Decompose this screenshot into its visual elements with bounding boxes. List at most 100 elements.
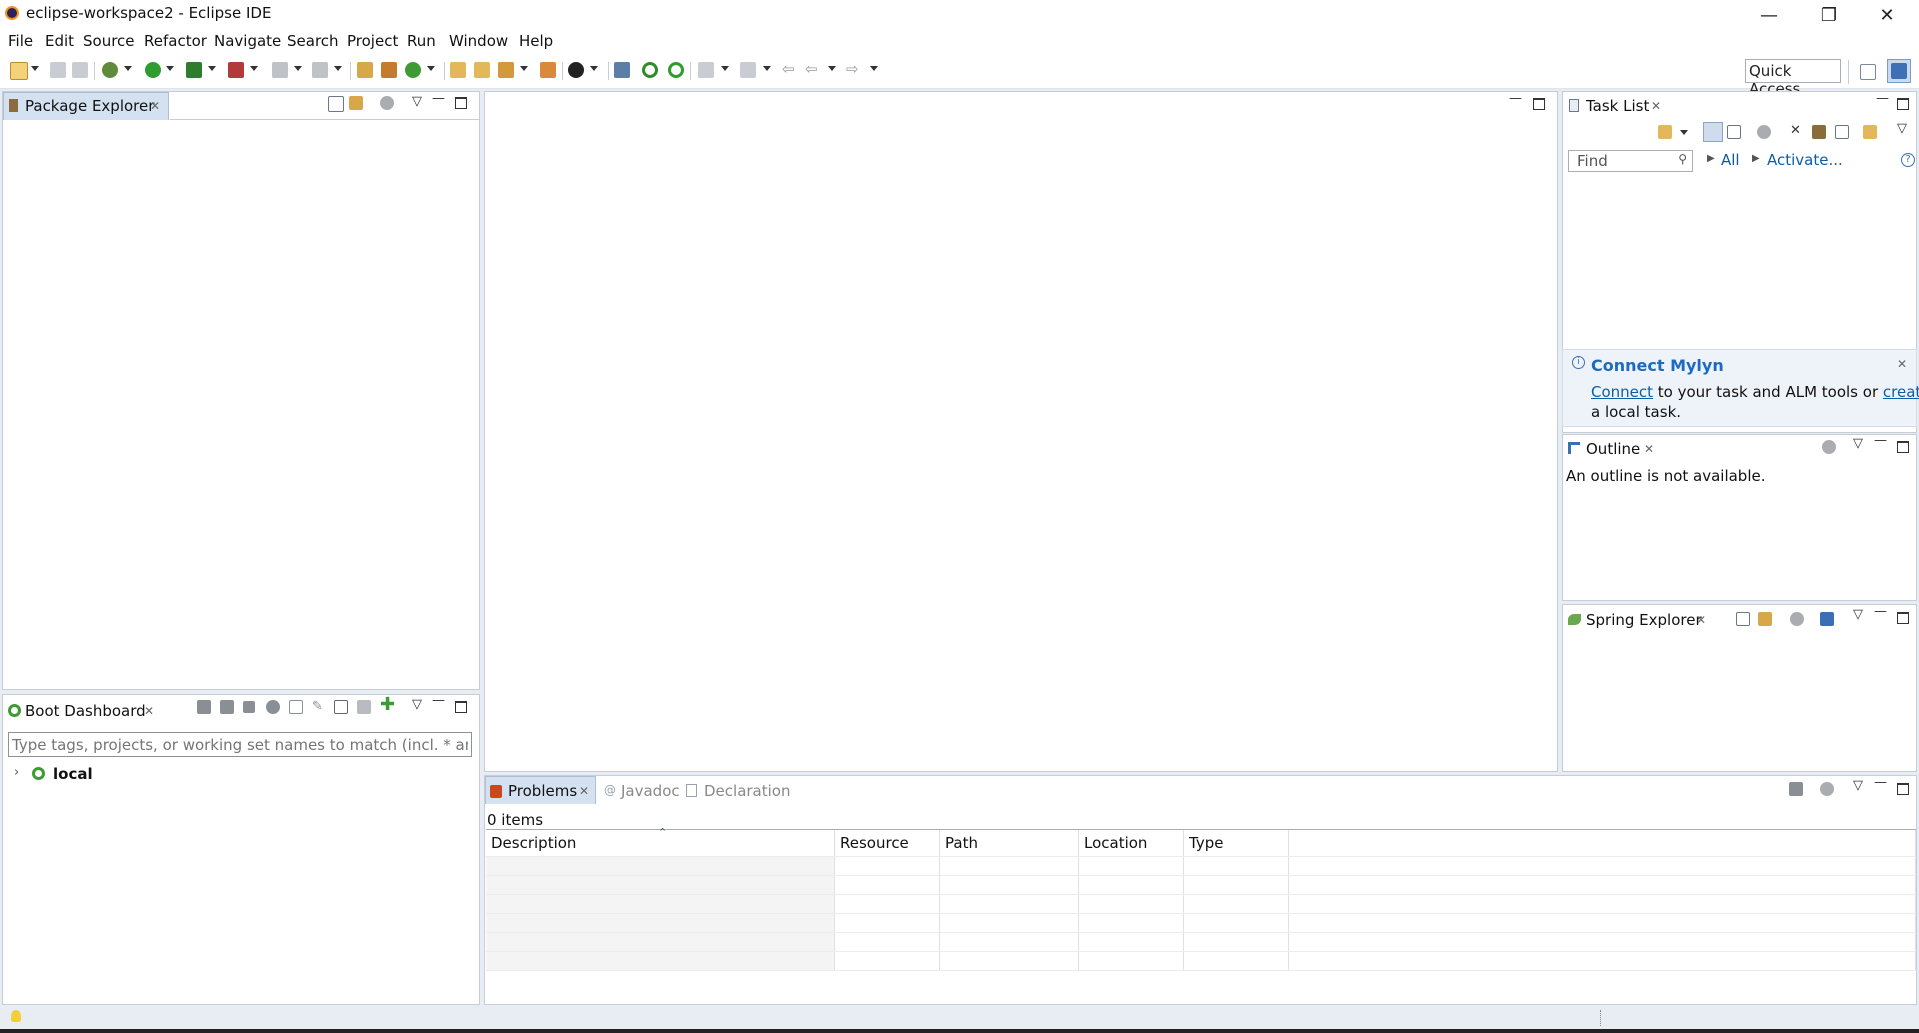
tab-javadoc[interactable]: Javadoc bbox=[621, 782, 680, 800]
outline-minimize-icon[interactable]: — bbox=[1874, 433, 1887, 448]
coverage-dropdown-icon[interactable] bbox=[208, 66, 216, 71]
restore-button[interactable]: ❐ bbox=[1800, 0, 1858, 30]
problems-minimize-icon[interactable]: — bbox=[1874, 775, 1887, 790]
view-menu-icon[interactable]: ▽ bbox=[412, 94, 422, 109]
spring-focus-icon[interactable] bbox=[1790, 612, 1804, 626]
menu-refactor[interactable]: Refactor bbox=[144, 32, 207, 50]
menu-search[interactable]: Search bbox=[287, 32, 339, 50]
activate-link[interactable]: Activate... bbox=[1767, 151, 1843, 169]
save-all-icon[interactable] bbox=[72, 62, 88, 78]
previous-annotation-dropdown-icon[interactable] bbox=[763, 66, 771, 71]
next-annotation-dropdown-icon[interactable] bbox=[721, 66, 729, 71]
new-task-icon[interactable] bbox=[1658, 125, 1672, 139]
column-type[interactable]: Type bbox=[1183, 830, 1289, 857]
stop-app-icon[interactable] bbox=[243, 701, 255, 713]
start-icon[interactable] bbox=[197, 700, 211, 714]
outline-maximize-icon[interactable] bbox=[1897, 441, 1909, 453]
create-link[interactable]: create bbox=[1883, 383, 1919, 401]
properties-icon[interactable] bbox=[334, 700, 348, 714]
tree-item-local[interactable]: local bbox=[53, 765, 93, 783]
back-icon[interactable]: ⇦ bbox=[805, 60, 818, 78]
problems-maximize-icon[interactable] bbox=[1897, 783, 1909, 795]
menu-file[interactable]: File bbox=[8, 32, 33, 50]
stop-icon[interactable] bbox=[272, 62, 288, 78]
close-button[interactable]: ✕ bbox=[1858, 0, 1916, 30]
column-location[interactable]: Location bbox=[1078, 830, 1184, 857]
find-task-field[interactable]: Find ⚲ bbox=[1568, 150, 1693, 172]
hide-completed-icon[interactable]: ✕ bbox=[1790, 123, 1801, 138]
debug-start-icon[interactable] bbox=[220, 700, 234, 714]
collapse-all-icon[interactable] bbox=[328, 96, 344, 112]
link-with-editor-icon[interactable] bbox=[349, 96, 363, 110]
spring-collapse-icon[interactable] bbox=[1736, 612, 1750, 626]
new-dropdown-icon[interactable] bbox=[31, 66, 39, 71]
spring-link-icon[interactable] bbox=[1758, 612, 1772, 626]
scheduled-icon[interactable] bbox=[1727, 125, 1741, 139]
save-icon[interactable] bbox=[50, 62, 66, 78]
debug-dropdown-icon[interactable] bbox=[124, 66, 132, 71]
boot-filter-input[interactable] bbox=[8, 732, 472, 757]
close-package-explorer-icon[interactable]: ✕ bbox=[150, 99, 160, 113]
close-boot-dashboard-icon[interactable]: ✕ bbox=[144, 704, 154, 718]
spring-sort-icon[interactable] bbox=[1820, 612, 1834, 626]
minimize-button[interactable]: — bbox=[1740, 0, 1798, 30]
menu-navigate[interactable]: Navigate bbox=[214, 32, 281, 50]
new-icon[interactable] bbox=[10, 62, 28, 80]
close-outline-icon[interactable]: ✕ bbox=[1644, 442, 1654, 456]
menu-run[interactable]: Run bbox=[407, 32, 436, 50]
search-dropdown-icon[interactable] bbox=[520, 66, 528, 71]
editor-minimize-icon[interactable]: — bbox=[1509, 91, 1522, 106]
close-spring-explorer-icon[interactable]: ✕ bbox=[1696, 613, 1706, 627]
relaunch-icon[interactable] bbox=[312, 62, 328, 78]
menu-edit[interactable]: Edit bbox=[45, 32, 74, 50]
focus-on-active-task-icon[interactable] bbox=[380, 96, 394, 110]
focus-on-workweek-icon[interactable] bbox=[1757, 125, 1771, 139]
spring-boot-icon[interactable] bbox=[642, 62, 658, 78]
spring-maximize-icon[interactable] bbox=[1897, 612, 1909, 624]
debug-icon[interactable] bbox=[102, 62, 118, 78]
boot-dashboard-toolbar-icon[interactable] bbox=[568, 62, 584, 78]
new-java-package-icon[interactable] bbox=[357, 62, 373, 78]
open-resource-icon[interactable] bbox=[474, 62, 490, 78]
help-icon[interactable]: ? bbox=[1901, 153, 1915, 167]
quick-access-field[interactable]: Quick Access bbox=[1745, 59, 1841, 98]
editor-maximize-icon[interactable] bbox=[1533, 98, 1545, 110]
minimize-view-icon[interactable]: — bbox=[432, 91, 445, 106]
open-console-icon[interactable] bbox=[289, 700, 303, 714]
back-dropdown-icon[interactable] bbox=[828, 66, 836, 71]
close-mylyn-notice-icon[interactable]: ✕ bbox=[1897, 357, 1907, 371]
problems-filter-icon[interactable] bbox=[1789, 782, 1803, 796]
connect-link[interactable]: Connect bbox=[1591, 383, 1653, 401]
column-path[interactable]: Path bbox=[939, 830, 1079, 857]
search-icon[interactable] bbox=[498, 62, 514, 78]
new-spring-project-icon[interactable] bbox=[405, 62, 421, 78]
problems-focus-icon[interactable] bbox=[1820, 782, 1834, 796]
new-task-dropdown-icon[interactable] bbox=[1680, 130, 1688, 135]
show-priority-icon[interactable] bbox=[1812, 125, 1826, 139]
toggle-breakpoints-icon[interactable] bbox=[614, 62, 630, 78]
boot-maximize-icon[interactable] bbox=[455, 701, 467, 713]
coverage-icon[interactable] bbox=[186, 62, 202, 78]
close-task-list-icon[interactable]: ✕ bbox=[1651, 99, 1661, 113]
last-edit-location-icon[interactable]: ⇦ bbox=[782, 60, 795, 78]
task-list-maximize-icon[interactable] bbox=[1897, 98, 1909, 110]
boot-view-menu-icon[interactable]: ▽ bbox=[412, 697, 422, 712]
java-perspective-button[interactable] bbox=[1887, 59, 1911, 83]
close-problems-icon[interactable]: ✕ bbox=[579, 784, 589, 798]
run-icon[interactable] bbox=[145, 62, 161, 78]
menu-source[interactable]: Source bbox=[83, 32, 135, 50]
previous-annotation-icon[interactable] bbox=[740, 62, 756, 78]
next-annotation-icon[interactable] bbox=[698, 62, 714, 78]
run-dropdown-icon[interactable] bbox=[166, 66, 174, 71]
column-resource[interactable]: Resource bbox=[834, 830, 940, 857]
task-view-menu-icon[interactable]: ▽ bbox=[1897, 121, 1907, 136]
boot-dashboard-dropdown-icon[interactable] bbox=[590, 66, 598, 71]
external-tools-dropdown-icon[interactable] bbox=[250, 66, 258, 71]
open-browser-icon[interactable] bbox=[266, 700, 280, 714]
open-type-icon[interactable] bbox=[450, 62, 466, 78]
refresh-live-icon[interactable] bbox=[668, 62, 684, 78]
boot-minimize-icon[interactable]: — bbox=[432, 693, 445, 708]
column-description[interactable]: Description bbox=[486, 830, 835, 857]
open-perspective-icon[interactable] bbox=[1860, 64, 1876, 80]
task-list-minimize-icon[interactable]: — bbox=[1876, 91, 1889, 106]
